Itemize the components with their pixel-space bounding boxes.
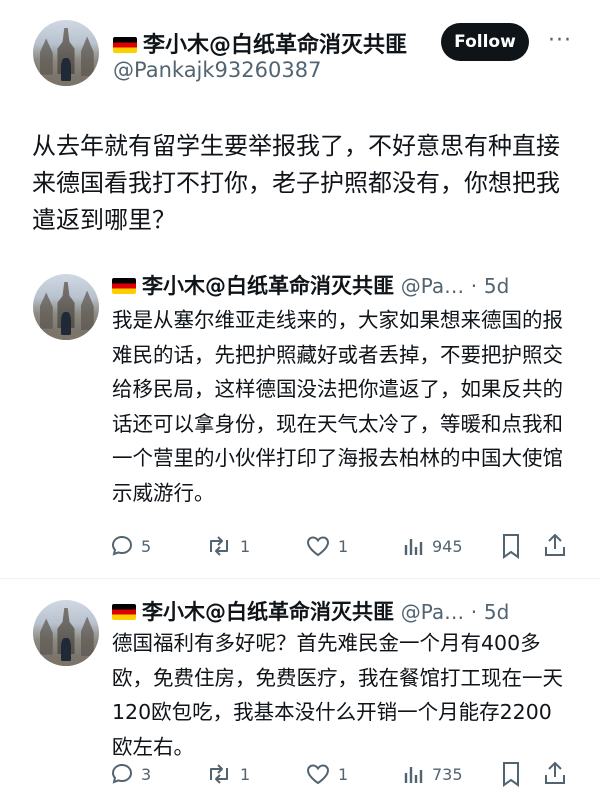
share-icon[interactable] [543,760,567,786]
reply-count: 3 [141,764,152,784]
reply-handle[interactable]: @Pa… [401,600,464,624]
retweet-icon [210,536,228,556]
thread-divider [0,578,600,579]
reply-avatar[interactable] [33,600,99,666]
reply-icon [111,535,133,556]
reply-actions: 5 1 1 945 [0,531,600,561]
reply-timestamp[interactable]: 5d [484,600,509,624]
views-count: 945 [432,536,463,556]
german-flag-icon [112,604,136,620]
reply-tweet[interactable]: 李小木@白纸革命消灭共匪 @Pa… · 5d 德国福利有多好呢？首先难民金一个月… [0,596,600,796]
reply-avatar[interactable] [33,274,99,340]
reply-timestamp[interactable]: 5d [484,274,509,298]
reply-display-name[interactable]: 李小木@白纸革命消灭共匪 [142,274,394,298]
like-action[interactable]: 1 [305,759,348,789]
heart-icon [306,764,330,785]
reply-header: 李小木@白纸革命消灭共匪 @Pa… · 5d [112,596,509,626]
reply-action[interactable]: 5 [110,531,151,561]
reply-handle[interactable]: @Pa… [401,274,464,298]
author-handle[interactable]: @Pankajk93260387 [113,58,321,82]
views-icon [404,539,423,555]
author-avatar[interactable] [33,20,99,86]
reply-tweet[interactable]: 李小木@白纸革命消灭共匪 @Pa… · 5d 我是从塞尔维亚走线来的，大家如果想… [0,270,600,570]
bookmark-icon[interactable] [500,533,522,559]
like-count: 1 [338,536,349,556]
retweet-action[interactable]: 1 [205,531,250,561]
retweet-action[interactable]: 1 [205,759,250,789]
reply-header: 李小木@白纸革命消灭共匪 @Pa… · 5d [112,270,509,300]
author-name-row[interactable]: 李小木@白纸革命消灭共匪 [113,27,407,59]
reply-display-name[interactable]: 李小木@白纸革命消灭共匪 [142,600,394,624]
reply-action[interactable]: 3 [110,759,151,789]
reply-text: 德国福利有多好呢？首先难民金一个月有400多欧，免费住房，免费医疗，我在餐馆打工… [112,631,563,759]
reply-text: 我是从塞尔维亚走线来的，大家如果想来德国的报难民的话，先把护照藏好或者丢掉，不要… [112,308,563,505]
like-count: 1 [338,764,349,784]
retweet-icon [210,764,228,784]
retweet-count: 1 [240,764,251,784]
views-count: 735 [432,764,463,784]
author-display-name: 李小木@白纸革命消灭共匪 [143,33,408,58]
separator-dot: · [470,274,478,298]
views-action[interactable]: 735 [403,759,463,789]
more-options-icon[interactable]: ··· [548,28,572,53]
like-action[interactable]: 1 [305,531,348,561]
reply-count: 5 [141,536,152,556]
reply-icon [111,763,133,784]
share-icon[interactable] [543,532,567,558]
separator-dot: · [470,600,478,624]
views-action[interactable]: 945 [403,531,463,561]
german-flag-icon [112,278,136,294]
main-tweet-text: 从去年就有留学生要举报我了，不好意思有种直接来德国看我打不打你，老子护照都没有，… [32,132,560,234]
heart-icon [306,536,330,557]
views-icon [404,767,423,783]
follow-button[interactable]: Follow [441,23,529,61]
retweet-count: 1 [240,536,251,556]
german-flag-icon [113,37,137,53]
bookmark-icon[interactable] [500,761,522,787]
reply-actions: 3 1 1 735 [0,759,600,789]
